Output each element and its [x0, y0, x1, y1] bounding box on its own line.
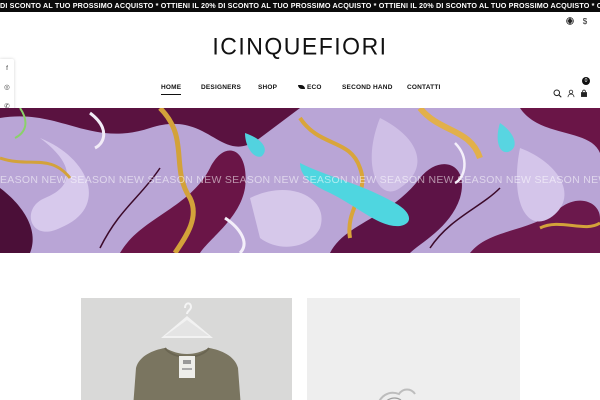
main-nav: HOME DESIGNERS SHOP ECO SECOND HAND CONT…: [0, 84, 600, 98]
nav-label: SECOND HAND: [342, 84, 393, 91]
bag-icon[interactable]: [580, 85, 590, 97]
nav-item-shop[interactable]: SHOP: [258, 84, 277, 91]
announcement-text: DI SCONTO AL TUO PROSSIMO ACQUISTO * OTT…: [0, 1, 600, 10]
product-card[interactable]: [307, 298, 520, 400]
nav-item-designers[interactable]: DESIGNERS: [201, 84, 241, 91]
nav-item-contatti[interactable]: CONTATTI: [407, 84, 441, 91]
currency-symbol: $: [582, 16, 588, 26]
nav-label: SHOP: [258, 84, 278, 91]
banner-overlay-text: EASON NEW SEASON NEW SEASON NEW SEASON N…: [0, 174, 600, 186]
nav-label: HOME: [161, 84, 182, 91]
page: DI SCONTO AL TUO PROSSIMO ACQUISTO * OTT…: [0, 0, 600, 400]
globe-icon[interactable]: [565, 16, 575, 26]
nav-label: CONTATTI: [407, 84, 441, 91]
facebook-icon[interactable]: f: [0, 61, 14, 75]
product-card[interactable]: [81, 298, 292, 400]
social-glyph: ◎: [4, 84, 10, 91]
nav-label: ECO: [307, 84, 322, 91]
product-image-olive-top: [81, 298, 292, 400]
hero-banner[interactable]: EASON NEW SEASON NEW SEASON NEW SEASON N…: [0, 108, 600, 253]
leaf-icon: [298, 85, 305, 89]
nav-label: DESIGNERS: [201, 84, 242, 91]
instagram-icon[interactable]: ◎: [0, 80, 14, 94]
user-icon[interactable]: [567, 85, 577, 98]
nav-item-home[interactable]: HOME: [161, 84, 182, 95]
nav-item-eco[interactable]: ECO: [298, 84, 322, 91]
social-glyph: f: [6, 64, 8, 72]
site-logo[interactable]: ICINQUEFIORI: [0, 32, 600, 60]
nav-item-second-hand[interactable]: SECOND HAND: [342, 84, 393, 91]
announcement-bar: DI SCONTO AL TUO PROSSIMO ACQUISTO * OTT…: [0, 0, 600, 12]
currency-dollar-icon[interactable]: $: [580, 16, 590, 26]
cart-count-badge: 0: [582, 77, 590, 85]
search-icon[interactable]: [553, 85, 563, 98]
product-image-silver-item: [307, 298, 520, 400]
